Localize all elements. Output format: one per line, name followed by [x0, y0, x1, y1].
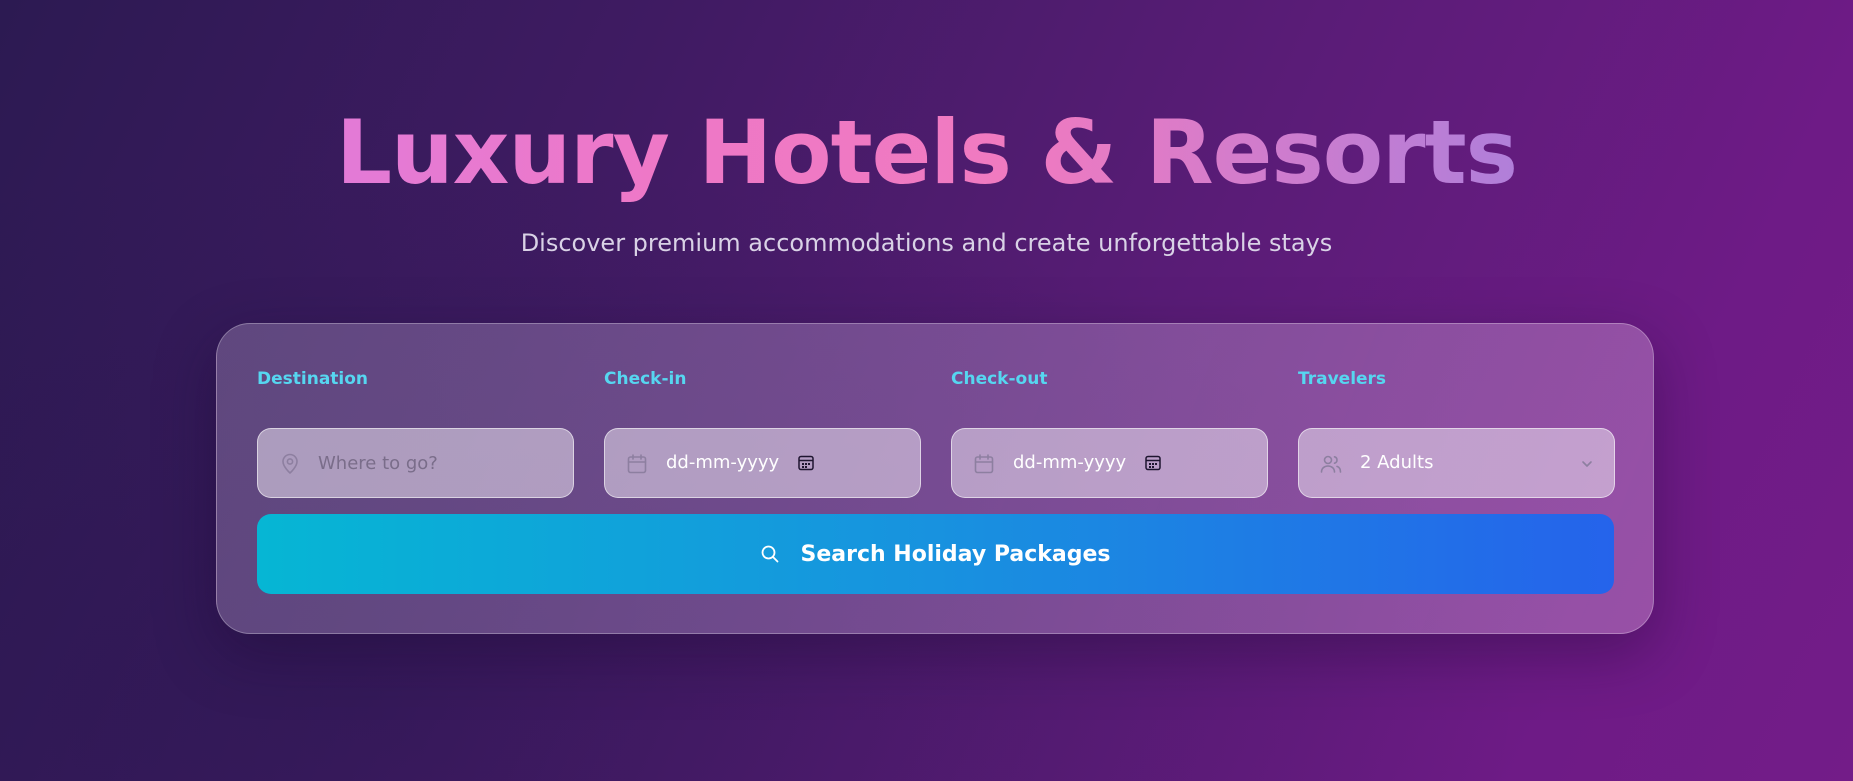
check-out-input[interactable]: dd-mm-yyyy — [951, 428, 1268, 498]
users-icon — [1320, 455, 1342, 473]
travelers-value: 2 Adults — [1360, 452, 1434, 473]
destination-field-group: Destination — [257, 368, 574, 498]
map-pin-icon — [282, 453, 298, 474]
search-button-label: Search Holiday Packages — [800, 541, 1111, 567]
check-in-field-group: Check-in dd-mm-yyyy — [604, 368, 921, 498]
travelers-field-group: Travelers 2 Adults — [1298, 368, 1615, 498]
destination-box[interactable] — [257, 428, 574, 498]
check-out-field-group: Check-out dd-mm-yyyy — [951, 368, 1268, 498]
destination-label: Destination — [257, 369, 369, 389]
calendar-icon — [974, 454, 994, 474]
check-out-value: dd-mm-yyyy — [1013, 452, 1127, 473]
check-in-value: dd-mm-yyyy — [666, 452, 780, 473]
chevron-down-icon — [1582, 461, 1592, 467]
page-title: Luxury Hotels & Resorts — [0, 98, 1853, 208]
page-subtitle: Discover premium accommodations and crea… — [520, 229, 1333, 257]
travelers-select[interactable]: 2 Adults — [1298, 428, 1615, 498]
check-in-input[interactable]: dd-mm-yyyy — [604, 428, 921, 498]
search-button[interactable]: Search Holiday Packages — [257, 514, 1614, 594]
calendar-icon — [627, 454, 647, 474]
travelers-label: Travelers — [1298, 369, 1387, 389]
search-icon — [762, 545, 779, 563]
search-card: Destination Check-in dd-mm-yyyy — [216, 323, 1654, 634]
check-in-label: Check-in — [604, 369, 687, 389]
destination-input[interactable] — [318, 429, 548, 497]
date-picker-icon[interactable] — [1144, 454, 1162, 472]
date-picker-icon[interactable] — [797, 454, 815, 472]
check-out-label: Check-out — [951, 369, 1048, 389]
